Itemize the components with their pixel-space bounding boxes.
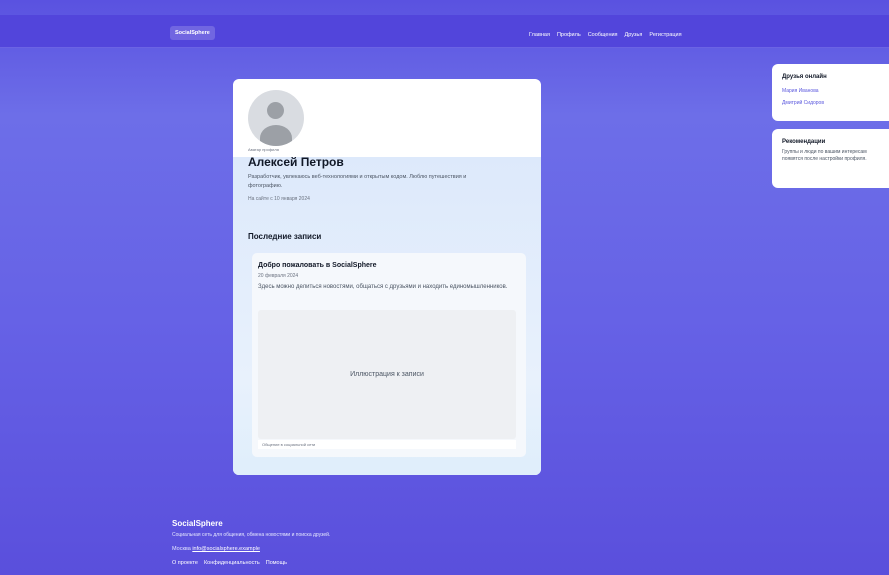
friend-link[interactable]: Мария Иванова [782, 88, 819, 94]
footer-description: Социальная сеть для общения, обмена ново… [172, 532, 331, 538]
avatar [248, 90, 304, 146]
nav-profile-link[interactable]: Профиль [557, 31, 581, 39]
nav-messages-link[interactable]: Сообщения [588, 31, 618, 39]
profile-bio: Разработчик, увлекаюсь веб-технологиями … [248, 174, 467, 189]
profile-card: Аватар профиля Алексей Петров Разработчи… [233, 79, 541, 475]
footer-about-link[interactable]: О проекте [172, 560, 198, 566]
friends-online-title: Друзья онлайн [782, 74, 827, 80]
footer-email-link[interactable]: info@socialsphere.example [192, 546, 260, 552]
recommendations-title: Рекомендации [782, 139, 826, 145]
post-image-label: Иллюстрация к записи [350, 371, 424, 378]
recommendations-text: Группы и люди по вашим интересам появятс… [782, 149, 867, 162]
friends-online-widget: Друзья онлайн Мария Иванова Дмитрий Сидо… [772, 64, 889, 121]
footer-contact: Москва info@socialsphere.example [172, 546, 260, 552]
footer-help-link[interactable]: Помощь [266, 560, 287, 566]
profile-name: Алексей Петров [248, 155, 344, 169]
post-card: Добро пожаловать в SocialSphere 20 февра… [252, 253, 526, 457]
footer-privacy-link[interactable]: Конфиденциальность [204, 560, 260, 566]
main-nav: Главная Профиль Сообщения Друзья Регистр… [529, 31, 682, 39]
nav-register-link[interactable]: Регистрация [649, 31, 681, 39]
post-image-placeholder: Иллюстрация к записи [258, 310, 516, 439]
avatar-placeholder-icon [267, 102, 284, 119]
recent-posts-heading: Последние записи [248, 232, 322, 241]
avatar-caption: Аватар профиля [248, 147, 279, 152]
friend-link[interactable]: Дмитрий Сидоров [782, 100, 824, 106]
post-image-caption: Общение в социальной сети [258, 440, 516, 449]
post-title[interactable]: Добро пожаловать в SocialSphere [258, 262, 377, 269]
post-text: Здесь можно делиться новостями, общаться… [258, 284, 508, 290]
nav-friends-link[interactable]: Друзья [625, 31, 643, 39]
recommendations-widget: Рекомендации Группы и люди по вашим инте… [772, 129, 889, 188]
footer-links: О проекте Конфиденциальность Помощь [172, 560, 287, 566]
post-date: 20 февраля 2024 [258, 273, 299, 279]
top-navigation-bar: SocialSphere Главная Профиль Сообщения Д… [0, 15, 889, 48]
brand-logo-button[interactable]: SocialSphere [170, 26, 215, 40]
profile-joined-date: На сайте с 10 января 2024 [248, 196, 310, 202]
nav-home-link[interactable]: Главная [529, 31, 550, 39]
footer-city: Москва [172, 546, 191, 552]
footer-brand: SocialSphere [172, 519, 223, 528]
